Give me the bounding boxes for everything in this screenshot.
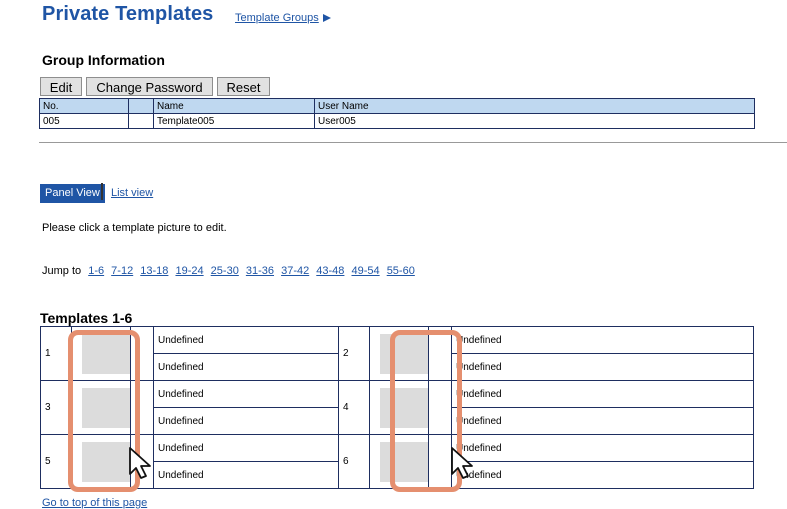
template-label: Undefined [451, 380, 754, 408]
pointer-cursor-icon [129, 447, 151, 479]
list-view-link[interactable]: List view [111, 187, 153, 199]
col-header-name: Name [153, 98, 315, 114]
panel-view-tab[interactable]: Panel View [40, 184, 105, 203]
template-number: 4 [338, 380, 370, 435]
template-groups-label[interactable]: Template Groups [235, 12, 319, 24]
template-label: Undefined [451, 407, 754, 435]
jump-link[interactable]: 55-60 [387, 265, 415, 277]
jump-link[interactable]: 37-42 [281, 265, 309, 277]
template-label: Undefined [153, 407, 339, 435]
template-label: Undefined [153, 461, 339, 489]
jump-link[interactable]: 31-36 [246, 265, 274, 277]
template-label: Undefined [451, 434, 754, 462]
view-divider [101, 183, 103, 200]
template-number: 3 [40, 380, 72, 435]
template-label: Undefined [451, 461, 754, 489]
template-number: 5 [40, 434, 72, 489]
instruction-text: Please click a template picture to edit. [42, 222, 227, 234]
go-to-top-link[interactable]: Go to top of this page [42, 497, 147, 509]
template-label: Undefined [153, 380, 339, 408]
template-number: 6 [338, 434, 370, 489]
template-label: Undefined [153, 326, 339, 354]
group-info-table: No. Name User Name 005 Template005 User0… [39, 98, 755, 129]
jump-link[interactable]: 7-12 [111, 265, 133, 277]
cell-blank [128, 113, 154, 129]
jump-link[interactable]: 25-30 [211, 265, 239, 277]
template-label: Undefined [451, 353, 754, 381]
reset-button[interactable]: Reset [217, 77, 270, 96]
jump-label: Jump to [42, 265, 82, 277]
col-header-user-name: User Name [314, 98, 755, 114]
template-groups-link[interactable]: Template Groups [235, 12, 331, 24]
cell-no: 005 [39, 113, 129, 129]
pointer-cursor-icon [451, 447, 473, 479]
template-number: 2 [338, 326, 370, 381]
template-number: 1 [40, 326, 72, 381]
jump-to-bar: Jump to 1-6 7-12 13-18 19-24 25-30 31-36… [42, 265, 415, 277]
jump-link[interactable]: 49-54 [351, 265, 379, 277]
jump-link[interactable]: 43-48 [316, 265, 344, 277]
col-header-no: No. [39, 98, 129, 114]
jump-link[interactable]: 13-18 [140, 265, 168, 277]
jump-link[interactable]: 1-6 [88, 265, 104, 277]
template-label: Undefined [153, 434, 339, 462]
cell-name: Template005 [153, 113, 315, 129]
templates-heading: Templates 1-6 [40, 310, 133, 326]
table-header-row: No. Name User Name [39, 98, 755, 114]
page-title: Private Templates [42, 3, 214, 25]
edit-button[interactable]: Edit [40, 77, 82, 96]
col-header-blank [128, 98, 154, 114]
change-password-button[interactable]: Change Password [86, 77, 213, 96]
table-row: 005 Template005 User005 [39, 113, 755, 129]
cell-user-name: User005 [314, 113, 755, 129]
arrow-right-icon [322, 14, 331, 23]
template-label: Undefined [153, 353, 339, 381]
jump-link[interactable]: 19-24 [175, 265, 203, 277]
group-information-heading: Group Information [42, 52, 165, 68]
divider [39, 142, 787, 143]
template-label: Undefined [451, 326, 754, 354]
